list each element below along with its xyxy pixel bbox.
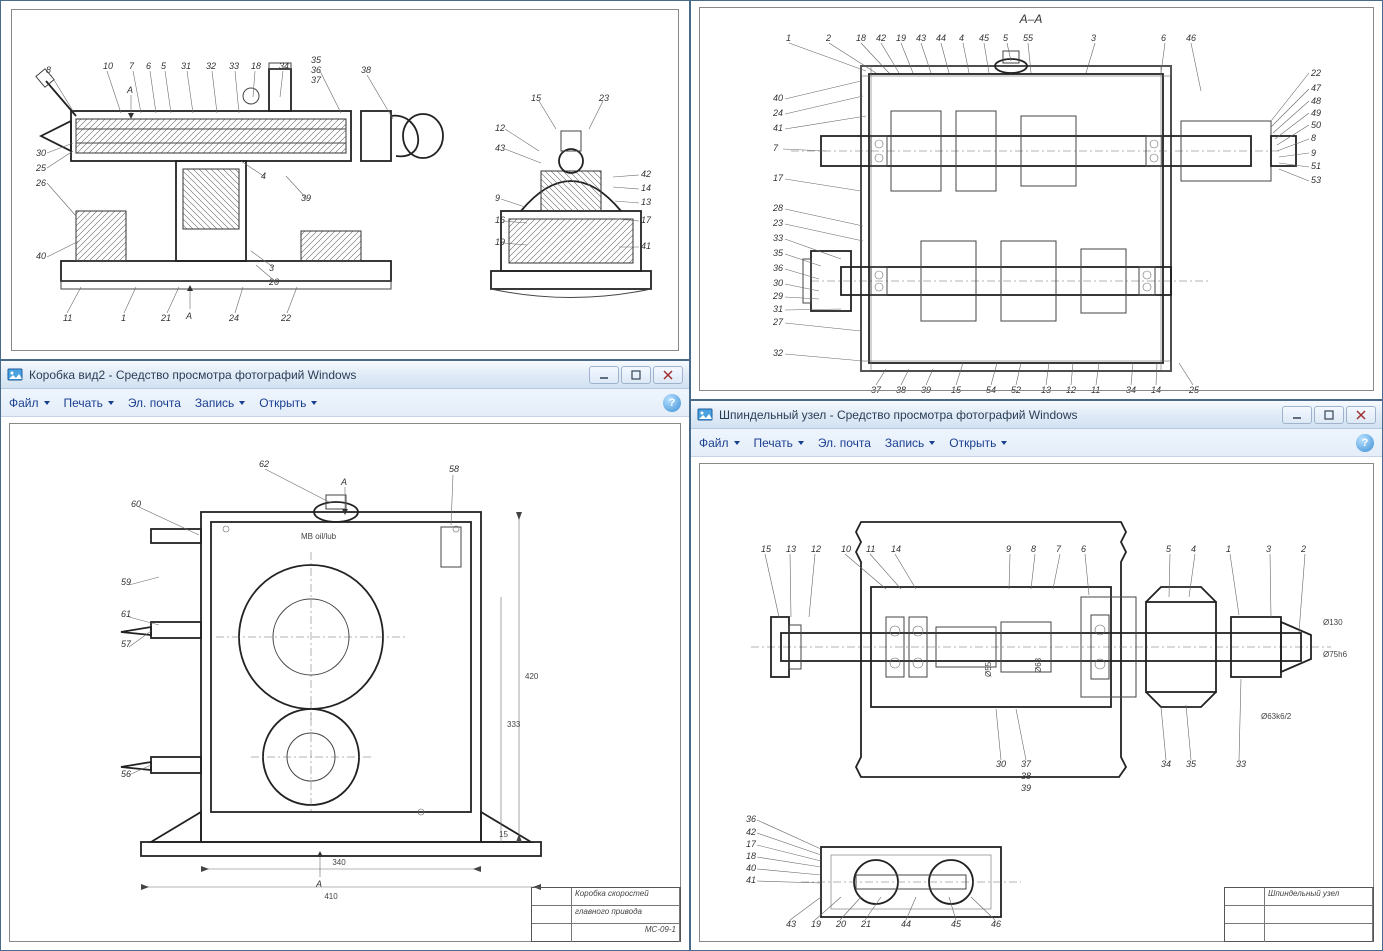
- maximize-button[interactable]: [1314, 406, 1344, 424]
- maximize-button[interactable]: [621, 366, 651, 384]
- window-bottom-right: Шпиндельный узел - Средство просмотра фо…: [690, 400, 1383, 951]
- menu-burn[interactable]: Запись: [885, 436, 935, 450]
- menu-email[interactable]: Эл. почта: [128, 396, 181, 410]
- menu-file[interactable]: Файл: [9, 396, 50, 410]
- menubar-br: Файл Печать Эл. почта Запись Открыть ?: [691, 429, 1382, 457]
- window-bottom-left: Коробка вид2 - Средство просмотра фотогр…: [0, 360, 690, 951]
- window-title: Коробка вид2 - Средство просмотра фотогр…: [29, 368, 589, 382]
- menu-open[interactable]: Открыть: [259, 396, 317, 410]
- titleblock-bl: Коробка скоростей главного привода МС-09…: [531, 887, 681, 942]
- titlebar-br[interactable]: Шпиндельный узел - Средство просмотра фо…: [691, 401, 1382, 429]
- close-button[interactable]: [1346, 406, 1376, 424]
- menu-burn[interactable]: Запись: [195, 396, 245, 410]
- window-title: Шпиндельный узел - Средство просмотра фо…: [719, 408, 1282, 422]
- menubar-bl: Файл Печать Эл. почта Запись Открыть ?: [1, 389, 689, 417]
- app-icon: [697, 407, 713, 423]
- menu-print[interactable]: Печать: [64, 396, 114, 410]
- help-button[interactable]: ?: [1356, 434, 1374, 452]
- menu-email[interactable]: Эл. почта: [818, 436, 871, 450]
- close-button[interactable]: [653, 366, 683, 384]
- menu-file[interactable]: Файл: [699, 436, 740, 450]
- drawing-canvas-br: 15 13 12 10 11 14 9 8 7 6 5 4 1 3 2: [691, 457, 1382, 950]
- help-button[interactable]: ?: [663, 394, 681, 412]
- window-top-right: A–A: [690, 0, 1383, 400]
- window-top-left: 8 10 7 6 5 31 32 33 18 34 35 36 37 38: [0, 0, 690, 360]
- titlebar-bl[interactable]: Коробка вид2 - Средство просмотра фотогр…: [1, 361, 689, 389]
- drawing-canvas-tr: A–A: [691, 1, 1382, 399]
- titleblock-br: Шпиндельный узел: [1224, 887, 1374, 942]
- app-icon: [7, 367, 23, 383]
- minimize-button[interactable]: [589, 366, 619, 384]
- drawing-canvas-bl: 62 58 60 59 61 57 56 МВ oil/lub A A: [1, 417, 689, 950]
- drawing-canvas-tl: 8 10 7 6 5 31 32 33 18 34 35 36 37 38: [1, 1, 689, 359]
- menu-print[interactable]: Печать: [754, 436, 804, 450]
- menu-open[interactable]: Открыть: [949, 436, 1007, 450]
- minimize-button[interactable]: [1282, 406, 1312, 424]
